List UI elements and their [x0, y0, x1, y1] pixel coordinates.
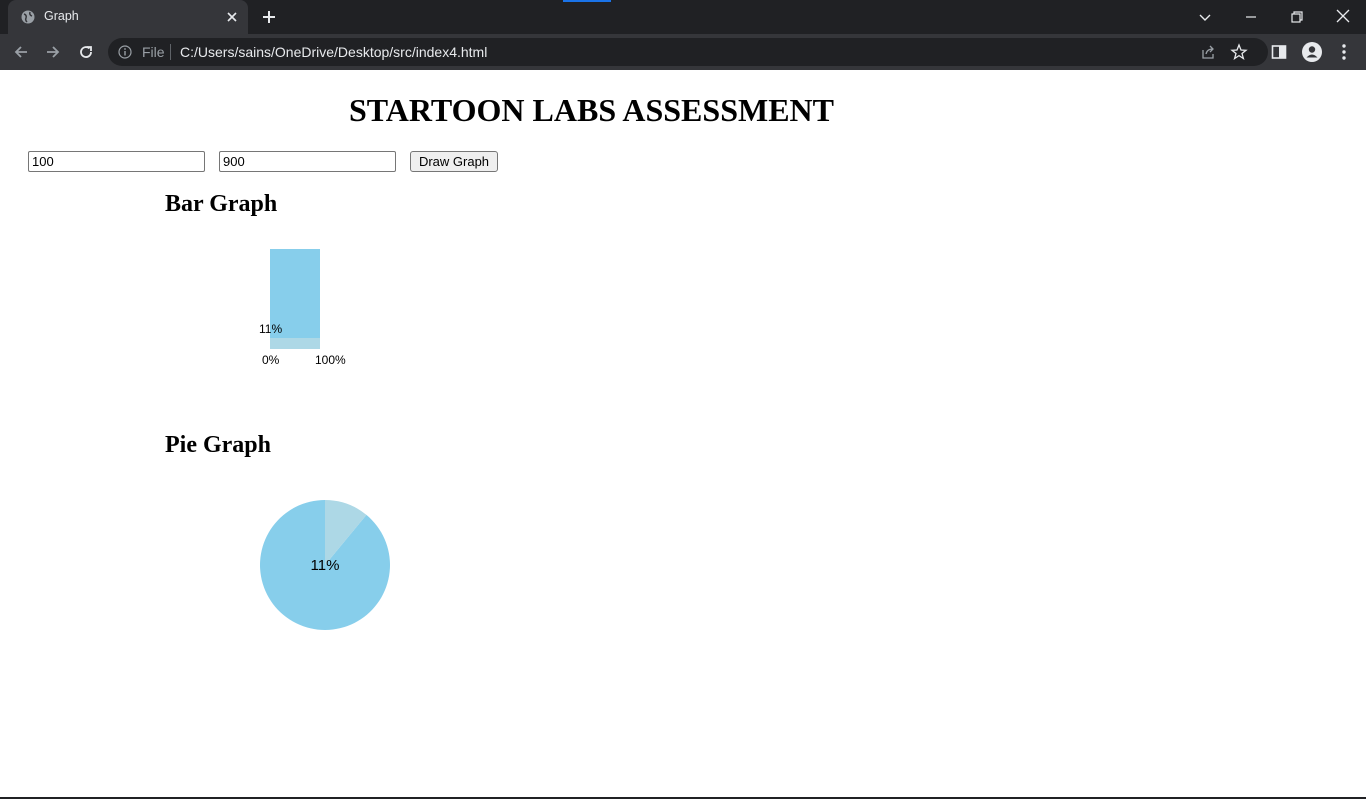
file-label: File [142, 44, 165, 60]
first-number-input[interactable] [28, 151, 205, 172]
share-icon[interactable] [1200, 44, 1216, 60]
page-content: STARTOON LABS ASSESSMENT Draw Graph Bar … [0, 70, 1366, 799]
restore-icon[interactable] [1288, 8, 1306, 26]
star-icon[interactable] [1230, 43, 1248, 61]
bar-axis-label-min: 0% [262, 353, 280, 367]
second-number-input[interactable] [219, 151, 396, 172]
browser-toolbar: File C:/Users/sains/OneDrive/Desktop/src… [0, 34, 1366, 70]
back-arrow-icon[interactable] [12, 43, 30, 61]
minimize-icon[interactable] [1242, 8, 1260, 26]
address-bar[interactable]: File C:/Users/sains/OneDrive/Desktop/src… [108, 38, 1268, 66]
info-icon[interactable] [118, 45, 132, 59]
browser-tab[interactable]: Graph [8, 0, 248, 34]
bar-percentage-segment [270, 338, 320, 349]
pie-center-label: 11% [311, 557, 340, 574]
profile-avatar-icon[interactable] [1302, 42, 1322, 62]
reload-icon[interactable] [77, 43, 95, 61]
bar-graph-heading: Bar Graph [165, 191, 278, 217]
page-title: STARTOON LABS ASSESSMENT [349, 92, 834, 128]
tab-title: Graph [44, 9, 79, 23]
more-menu-icon[interactable] [1336, 43, 1352, 61]
close-icon[interactable] [224, 9, 240, 25]
globe-icon [21, 10, 35, 24]
pie-graph-heading: Pie Graph [165, 432, 271, 458]
tab-bar: Graph [0, 0, 1366, 34]
new-tab-icon[interactable] [260, 8, 278, 26]
address-separator [170, 44, 171, 60]
url-text[interactable]: C:/Users/sains/OneDrive/Desktop/src/inde… [180, 44, 487, 60]
window-close-icon[interactable] [1334, 7, 1352, 25]
chevron-down-icon[interactable] [1196, 8, 1214, 26]
forward-arrow-icon[interactable] [44, 43, 62, 61]
pie-graph: 11% [260, 500, 390, 630]
draw-graph-button[interactable]: Draw Graph [410, 151, 498, 172]
side-panel-icon[interactable] [1270, 43, 1288, 61]
bar-value-label: 11% [259, 322, 282, 336]
tab-strip-indicator [563, 0, 611, 2]
bar-axis-label-max: 100% [315, 353, 346, 367]
bar-graph: 11% 0% 100% [259, 249, 346, 367]
